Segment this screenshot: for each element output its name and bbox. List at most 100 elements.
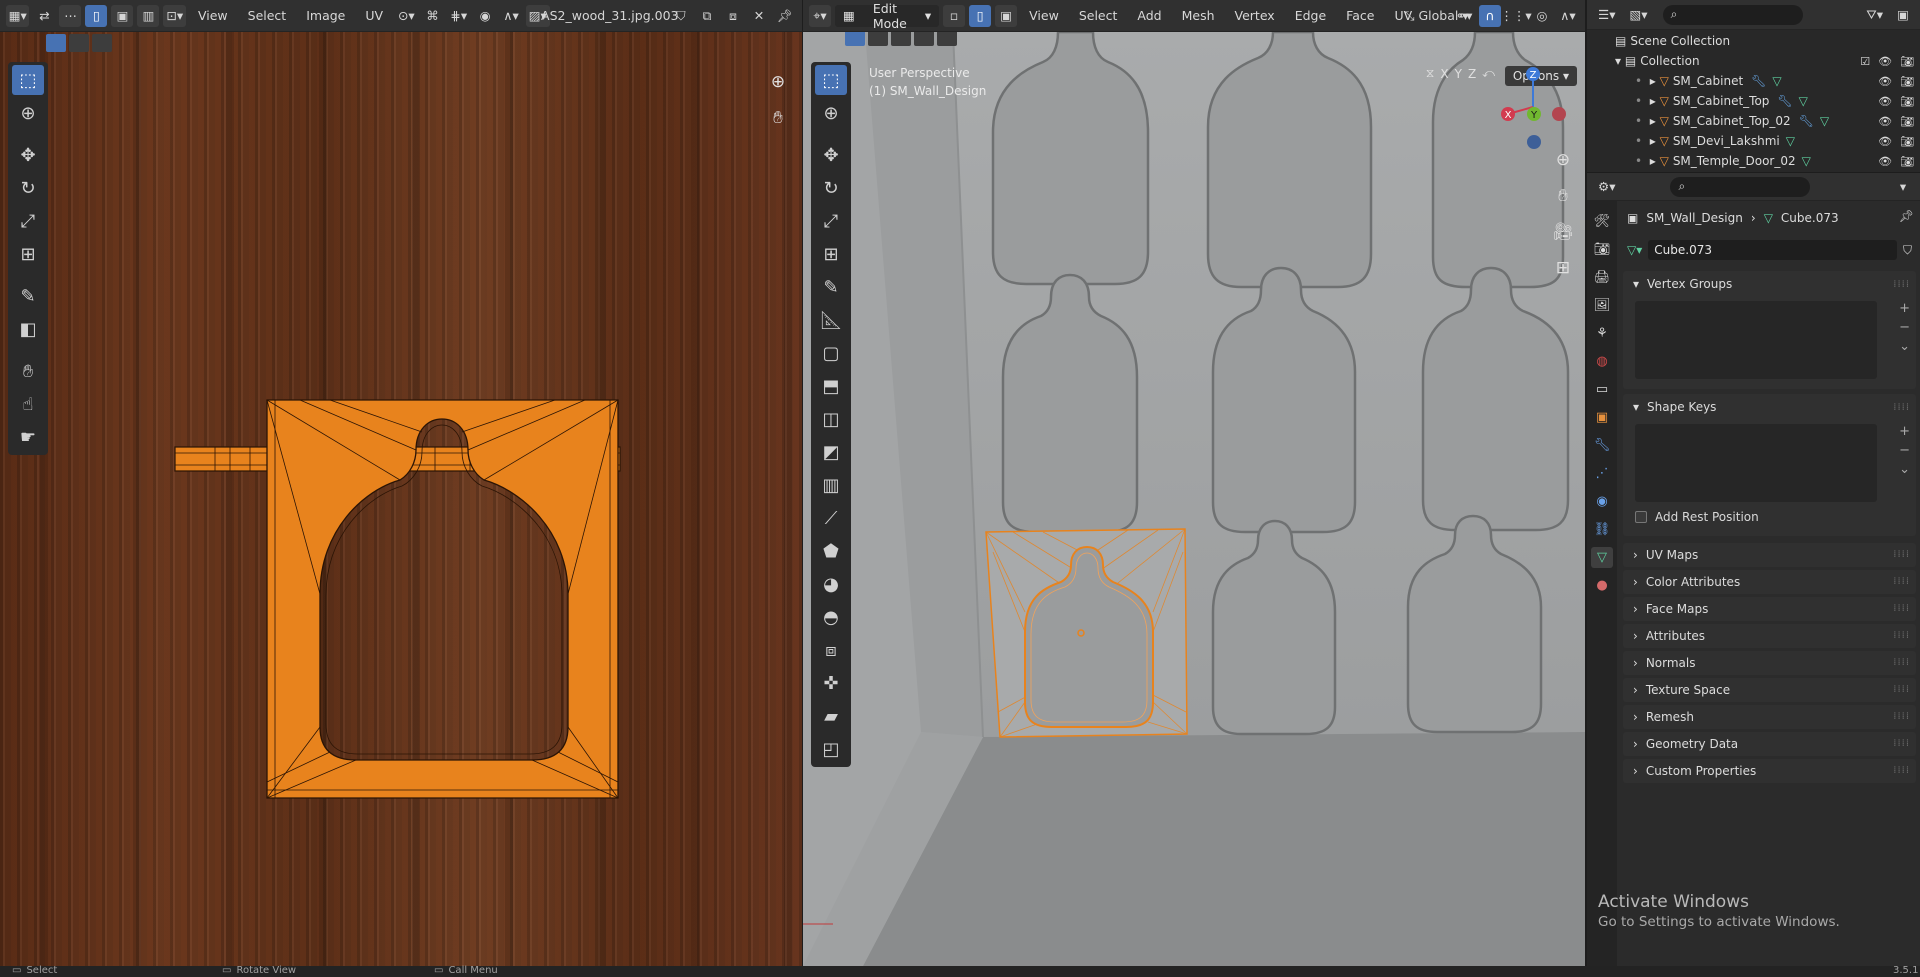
edge-select-button[interactable]: ▯: [969, 4, 992, 27]
eye-icon[interactable]: 👁︎: [1878, 75, 1892, 88]
rip-tool-icon[interactable]: ◧: [12, 314, 44, 344]
eye-icon[interactable]: 👁︎: [1878, 95, 1892, 108]
new-selection-icon[interactable]: [46, 34, 66, 52]
extrude-tool-icon[interactable]: ⬒: [815, 371, 847, 401]
pan-hand-icon[interactable]: ✋︎: [1549, 182, 1577, 210]
rotate-tool-icon[interactable]: ↻: [815, 173, 847, 203]
mesh-name-field[interactable]: Cube.073: [1648, 240, 1897, 260]
face-select-button[interactable]: ▣: [995, 4, 1018, 27]
chevron-down-icon[interactable]: ⌄: [1899, 339, 1910, 354]
camera-icon[interactable]: 🎥︎: [1549, 218, 1577, 246]
output-tab-icon[interactable]: 🖨︎: [1591, 267, 1613, 288]
snap-target-icon[interactable]: ⋕▾: [448, 5, 470, 27]
vp-menu-add[interactable]: Add: [1129, 5, 1169, 27]
add-cube-tool-icon[interactable]: ▢: [815, 338, 847, 368]
orientation-dropdown[interactable]: ⤡ Global ▾: [1405, 5, 1469, 27]
outliner-item[interactable]: • ▸ ▽ SM_Cabinet_Top_02 🔧︎ ▽ 👁︎ 📷︎: [1587, 111, 1920, 131]
fake-user-icon[interactable]: ⛉: [670, 5, 692, 27]
rip-region-tool-icon[interactable]: ◰: [815, 734, 847, 764]
loop-cut-tool-icon[interactable]: ▥: [815, 470, 847, 500]
snap-magnet-icon[interactable]: ∩: [1479, 4, 1501, 27]
spin-tool-icon[interactable]: ◕: [815, 569, 847, 599]
eye-icon[interactable]: 👁︎: [1878, 135, 1892, 148]
mesh-browse-icon[interactable]: ▽▾: [1627, 243, 1642, 257]
drag-grip-icon[interactable]: ⁞⁞⁞⁞: [1893, 402, 1910, 413]
transform-tool-icon[interactable]: ⊞: [12, 239, 44, 269]
unlink-image-icon[interactable]: ✕: [748, 5, 770, 27]
eye-icon[interactable]: 👁︎: [1878, 115, 1892, 128]
display-mode-icon[interactable]: ▧▾: [1624, 4, 1652, 26]
fake-user-shield-icon[interactable]: ⛉: [1903, 243, 1912, 258]
annotate-tool-icon[interactable]: ✎: [815, 272, 847, 302]
uv-menu-image[interactable]: Image: [298, 5, 353, 27]
collection-tab-icon[interactable]: ▭: [1591, 379, 1613, 400]
pivot-icon[interactable]: ⊙▾: [395, 5, 417, 27]
proportional-edit-icon[interactable]: ◉: [474, 5, 496, 27]
falloff-icon[interactable]: ∧▾: [500, 5, 522, 27]
physics-tab-icon[interactable]: ◉: [1591, 491, 1613, 512]
add-icon[interactable]: +: [1899, 301, 1910, 316]
image-name-field[interactable]: AS2_wood_31.jpg.003: [541, 5, 678, 27]
outliner-search-input[interactable]: ⌕: [1662, 4, 1803, 25]
face-maps-panel[interactable]: › Face Maps ⁞⁞⁞⁞: [1623, 597, 1916, 621]
camera-icon[interactable]: 📷︎: [1900, 75, 1914, 88]
outliner-item[interactable]: • ▸ ▽ SM_Cabinet 🔧︎ ▽ 👁︎ 📷︎: [1587, 71, 1920, 91]
add-rest-position-checkbox[interactable]: [1635, 511, 1647, 523]
select-box-tool-icon[interactable]: ⬚: [12, 65, 44, 95]
uv-island[interactable]: [170, 362, 640, 812]
cursor-tool-icon[interactable]: ⊕: [12, 98, 44, 128]
pinch-tool-icon[interactable]: ☛: [12, 422, 44, 452]
selected-mesh[interactable]: [985, 528, 1188, 738]
pivot-point-icon[interactable]: ⚭▾: [1453, 5, 1475, 27]
subtract-selection-icon[interactable]: [891, 32, 911, 46]
color-attributes-panel[interactable]: › Color Attributes ⁞⁞⁞⁞: [1623, 570, 1916, 594]
uv-menu-uv[interactable]: UV: [357, 5, 391, 27]
pin-icon[interactable]: 📌︎: [1899, 209, 1914, 223]
proportional-edit-icon[interactable]: ◎: [1531, 5, 1553, 27]
custom-properties-panel[interactable]: › Custom Properties ⁞⁞⁞⁞: [1623, 759, 1916, 783]
snap-increment-icon[interactable]: ⋮⋮▾: [1500, 5, 1531, 27]
drag-grip-icon[interactable]: ⁞⁞⁞⁞: [1893, 576, 1910, 587]
drag-grip-icon[interactable]: ⁞⁞⁞⁞: [1893, 603, 1910, 614]
mirror-x-toggle[interactable]: X: [1440, 67, 1448, 81]
uv-editor[interactable]: ▦▾ ⇄ ⋯ ▯ ▣ ▥ ⊡▾ View Select Image UV ⊙▾ …: [0, 0, 802, 966]
drag-grip-icon[interactable]: ⁞⁞⁞⁞: [1893, 738, 1910, 749]
camera-icon[interactable]: 📷︎: [1900, 135, 1914, 148]
knife-tool-icon[interactable]: ⟋: [815, 503, 847, 533]
expand-arrow-icon[interactable]: ▸: [1650, 154, 1656, 168]
scale-tool-icon[interactable]: ⤢: [815, 206, 847, 236]
pin-icon[interactable]: 📌︎: [774, 5, 796, 27]
mirror-z-toggle[interactable]: Z: [1468, 67, 1476, 81]
uv-select-edge-button[interactable]: ▯: [85, 4, 108, 27]
select-box-tool-icon[interactable]: ⬚: [815, 65, 847, 95]
move-tool-icon[interactable]: ✥: [12, 140, 44, 170]
remove-icon[interactable]: −: [1899, 443, 1910, 458]
poly-build-tool-icon[interactable]: ⬟: [815, 536, 847, 566]
zoom-icon[interactable]: ⊕: [764, 68, 792, 96]
drag-grip-icon[interactable]: ⁞⁞⁞⁞: [1893, 684, 1910, 695]
vp-menu-select[interactable]: Select: [1071, 5, 1126, 27]
remove-icon[interactable]: −: [1899, 320, 1910, 335]
subtract-selection-icon[interactable]: [92, 34, 112, 52]
new-selection-icon[interactable]: [845, 32, 865, 46]
drag-grip-icon[interactable]: ⁞⁞⁞⁞: [1893, 630, 1910, 641]
drag-grip-icon[interactable]: ⁞⁞⁞⁞: [1893, 711, 1910, 722]
uv-maps-panel[interactable]: › UV Maps ⁞⁞⁞⁞: [1623, 543, 1916, 567]
extend-selection-icon[interactable]: [868, 32, 888, 46]
drag-grip-icon[interactable]: ⁞⁞⁞⁞: [1893, 549, 1910, 560]
properties-search-input[interactable]: ⌕: [1670, 176, 1811, 197]
view-layer-tab-icon[interactable]: 🖼︎: [1591, 295, 1613, 316]
normals-panel[interactable]: › Normals ⁞⁞⁞⁞: [1623, 651, 1916, 675]
outliner-editor-type-icon[interactable]: ☰▾: [1593, 4, 1620, 26]
editor-type-button[interactable]: ▦▾: [6, 4, 30, 27]
vertex-select-button[interactable]: ▫: [943, 4, 966, 27]
edge-slide-tool-icon[interactable]: ⧈: [815, 635, 847, 665]
attributes-panel[interactable]: › Attributes ⁞⁞⁞⁞: [1623, 624, 1916, 648]
vp-menu-mesh[interactable]: Mesh: [1174, 5, 1223, 27]
camera-icon[interactable]: 📷︎: [1900, 115, 1914, 128]
uv-menu-view[interactable]: View: [190, 5, 236, 27]
rotate-tool-icon[interactable]: ↻: [12, 173, 44, 203]
sync-selection-icon[interactable]: ⇄: [33, 5, 55, 27]
material-tab-icon[interactable]: ●: [1591, 575, 1613, 596]
outliner-item[interactable]: • ▸ ▽ SM_Devi_Lakshmi ▽ 👁︎ 📷︎: [1587, 131, 1920, 151]
